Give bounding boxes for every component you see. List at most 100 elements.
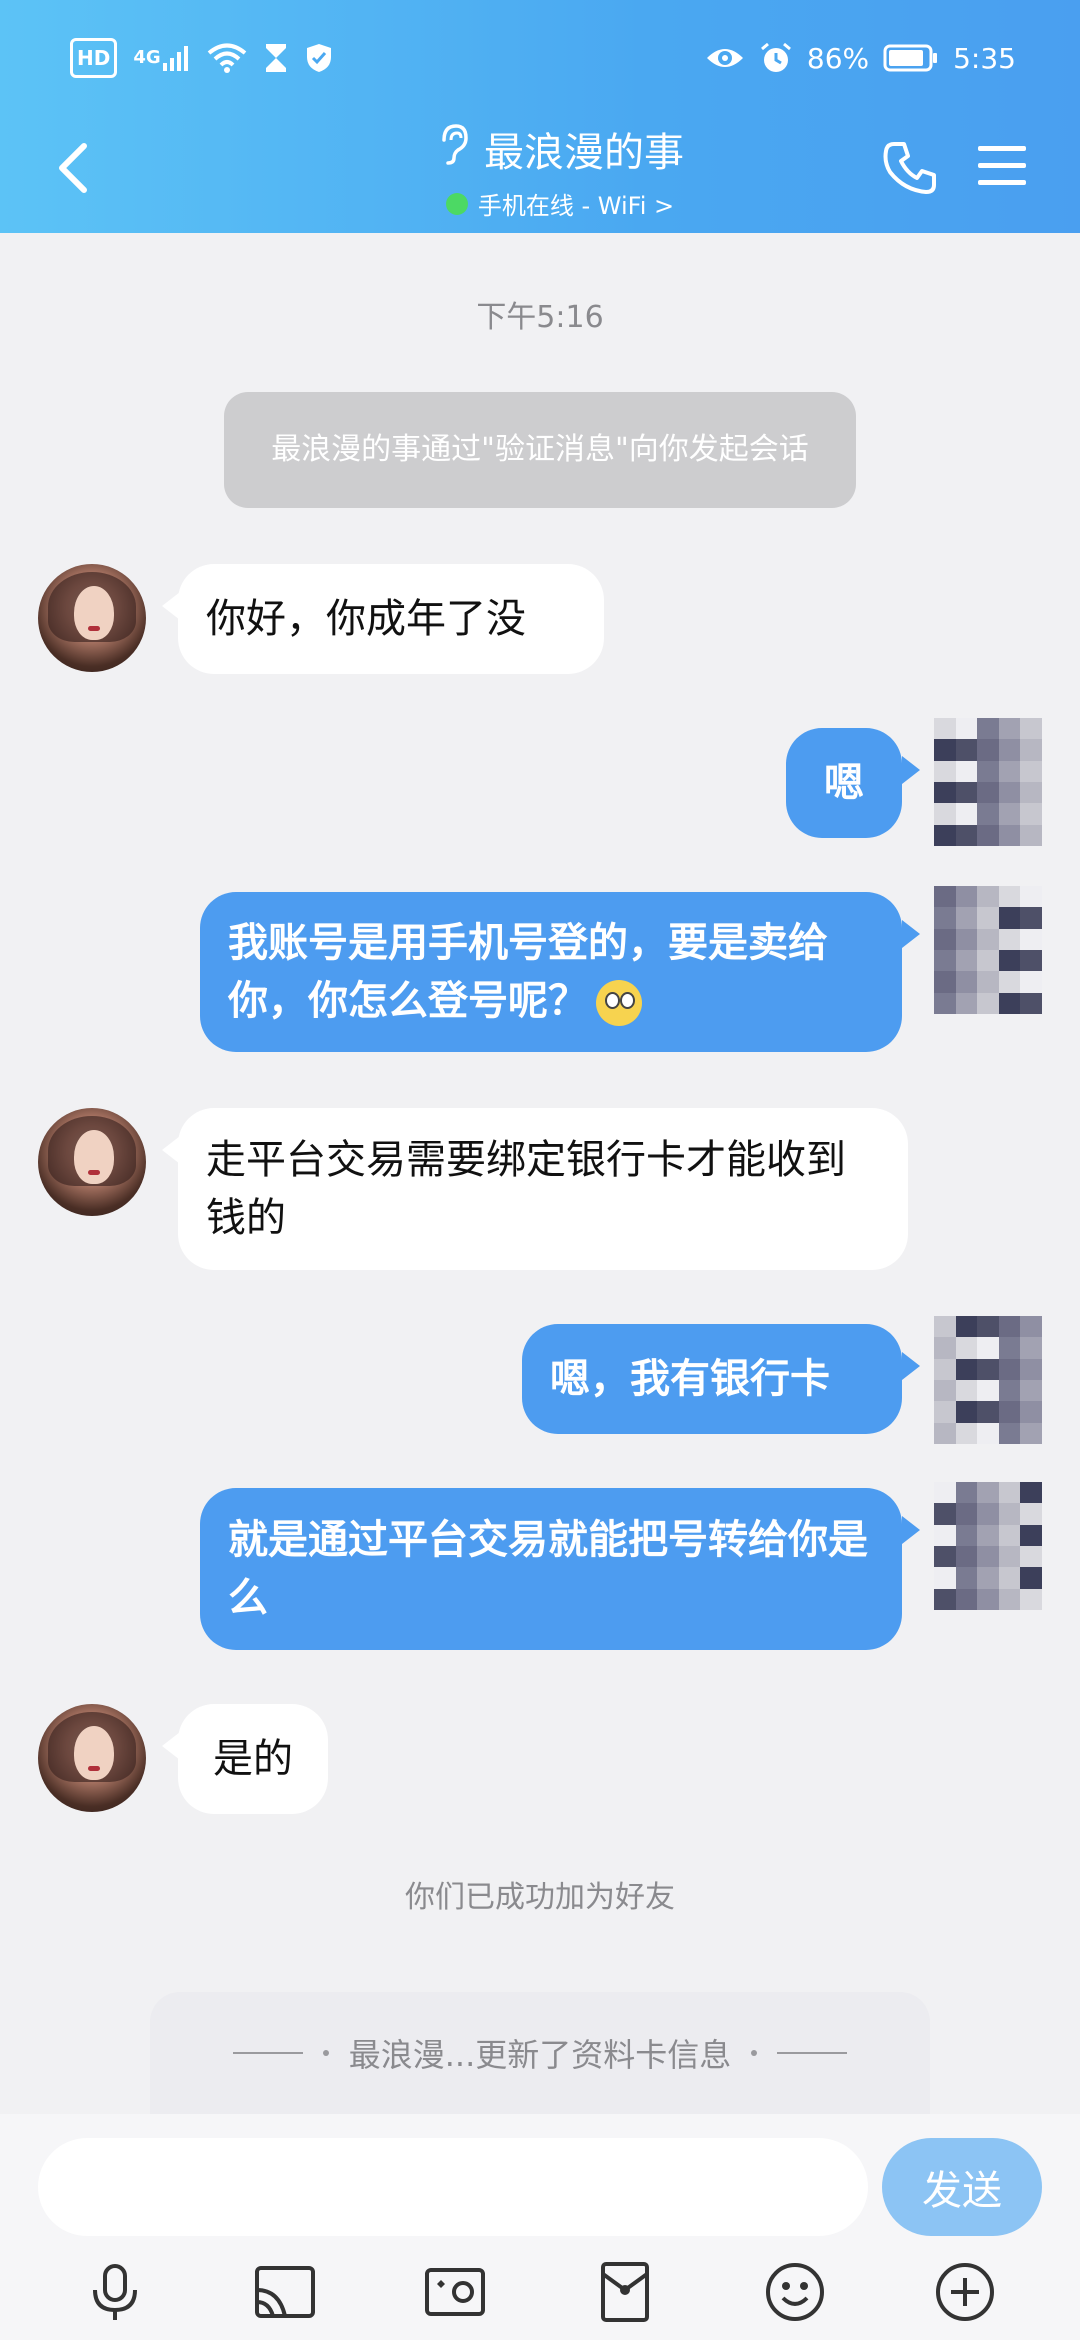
- back-button[interactable]: [50, 138, 94, 198]
- mosaic-tile: [998, 718, 1021, 740]
- mosaic-tile: [977, 907, 999, 929]
- voice-button[interactable]: [79, 2256, 151, 2328]
- mosaic-tile: [955, 928, 978, 950]
- mosaic-tile: [955, 1401, 978, 1423]
- red-packet-icon: [601, 2262, 649, 2322]
- outgoing-message-bubble[interactable]: 嗯，我有银行卡: [522, 1324, 902, 1434]
- contact-avatar[interactable]: [38, 1704, 146, 1812]
- incoming-message-bubble[interactable]: 你好，你成年了没: [178, 564, 604, 674]
- mosaic-tile: [1020, 1358, 1042, 1380]
- bubble-tail: [902, 1516, 920, 1544]
- mosaic-tile: [977, 1588, 999, 1610]
- mosaic-tile: [998, 1524, 1021, 1546]
- photo-icon: [425, 2268, 485, 2316]
- mosaic-tile: [998, 992, 1021, 1014]
- mosaic-tile: [955, 1422, 978, 1444]
- mosaic-tile: [977, 782, 999, 804]
- emoji-button[interactable]: [759, 2256, 831, 2328]
- network-label: 4G: [133, 47, 161, 68]
- mosaic-tile: [934, 1482, 956, 1504]
- red-packet-button[interactable]: [589, 2256, 661, 2328]
- my-avatar-pixelated[interactable]: [934, 718, 1042, 846]
- mosaic-tile: [1020, 782, 1042, 804]
- mosaic-tile: [934, 824, 956, 846]
- mosaic-tile: [955, 803, 978, 825]
- divider-dot: [751, 2050, 758, 2056]
- mosaic-tile: [955, 718, 978, 740]
- microphone-icon: [93, 2264, 137, 2320]
- mosaic-tile: [977, 928, 999, 950]
- menu-button[interactable]: [976, 142, 1028, 190]
- mosaic-tile: [955, 992, 978, 1014]
- friend-added-notice: 你们已成功加为好友: [405, 1880, 675, 1915]
- mosaic-tile: [934, 1503, 956, 1525]
- mosaic-tile: [1020, 1422, 1042, 1444]
- bubble-tail: [902, 920, 920, 948]
- chat-title: 最浪漫的事: [484, 130, 684, 176]
- incoming-message-bubble[interactable]: 走平台交易需要绑定银行卡才能收到钱的: [178, 1108, 908, 1270]
- outgoing-message-bubble[interactable]: 嗯: [786, 728, 902, 838]
- mosaic-tile: [998, 782, 1021, 804]
- mosaic-tile: [977, 1422, 999, 1444]
- profile-update-notice[interactable]: 最浪漫...更新了资料卡信息: [150, 1992, 930, 2114]
- mosaic-tile: [977, 1380, 999, 1402]
- mosaic-tile: [955, 1567, 978, 1589]
- mosaic-tile: [955, 1358, 978, 1380]
- mosaic-tile: [977, 1358, 999, 1380]
- bubble-tail: [902, 1352, 920, 1380]
- contact-avatar[interactable]: [38, 564, 146, 672]
- mosaic-tile: [977, 971, 999, 993]
- divider-line: [232, 2052, 303, 2054]
- mosaic-tile: [955, 824, 978, 846]
- photo-button[interactable]: [419, 2256, 491, 2328]
- mosaic-tile: [955, 971, 978, 993]
- my-avatar-pixelated[interactable]: [934, 1316, 1042, 1444]
- send-button[interactable]: 发送: [882, 2138, 1042, 2236]
- mosaic-tile: [1020, 1482, 1042, 1504]
- eye-icon: [705, 38, 745, 78]
- mosaic-tile: [934, 992, 956, 1014]
- hamburger-menu-icon: [978, 146, 1026, 185]
- ear-icon: [436, 122, 470, 176]
- mosaic-tile: [977, 1337, 999, 1359]
- mosaic-tile: [977, 1524, 999, 1546]
- battery-icon: [883, 38, 939, 78]
- mosaic-tile: [977, 739, 999, 761]
- divider-dot: [322, 2050, 329, 2056]
- voice-call-button[interactable]: [880, 138, 940, 198]
- message-text: 嗯: [824, 760, 864, 806]
- more-button[interactable]: [929, 2256, 1001, 2328]
- mosaic-tile: [998, 1567, 1021, 1589]
- mosaic-tile: [998, 1546, 1021, 1568]
- screen-share-button[interactable]: [249, 2256, 321, 2328]
- mosaic-tile: [934, 803, 956, 825]
- mosaic-tile: [934, 1401, 956, 1423]
- outgoing-message-bubble[interactable]: 我账号是用手机号登的，要是卖给你，你怎么登号呢？: [200, 892, 902, 1052]
- mosaic-tile: [1020, 824, 1042, 846]
- plus-icon: [936, 2263, 994, 2321]
- battery-percent: 86%: [806, 41, 870, 75]
- mosaic-tile: [934, 739, 956, 761]
- mosaic-tile: [998, 971, 1021, 993]
- outgoing-message-bubble[interactable]: 就是通过平台交易就能把号转给你是么: [200, 1488, 902, 1650]
- chat-title-block[interactable]: 最浪漫的事 手机在线 - WiFi >: [360, 120, 760, 221]
- mosaic-tile: [955, 1337, 978, 1359]
- message-text: 走平台交易需要绑定银行卡才能收到钱的: [206, 1137, 846, 1241]
- message-text: 是的: [213, 1736, 293, 1782]
- mosaic-tile: [955, 1482, 978, 1504]
- mosaic-tile: [1020, 1503, 1042, 1525]
- bubble-tail: [162, 1136, 180, 1164]
- mosaic-tile: [934, 718, 956, 740]
- mosaic-tile: [955, 739, 978, 761]
- mosaic-tile: [1020, 992, 1042, 1014]
- mosaic-tile: [1020, 739, 1042, 761]
- mosaic-tile: [1020, 928, 1042, 950]
- my-avatar-pixelated[interactable]: [934, 1482, 1042, 1610]
- mosaic-tile: [934, 1380, 956, 1402]
- message-input[interactable]: [38, 2138, 868, 2236]
- my-avatar-pixelated[interactable]: [934, 886, 1042, 1014]
- mosaic-tile: [955, 782, 978, 804]
- contact-avatar[interactable]: [38, 1108, 146, 1216]
- message-text: 你好，你成年了没: [206, 596, 526, 642]
- incoming-message-bubble[interactable]: 是的: [178, 1704, 328, 1814]
